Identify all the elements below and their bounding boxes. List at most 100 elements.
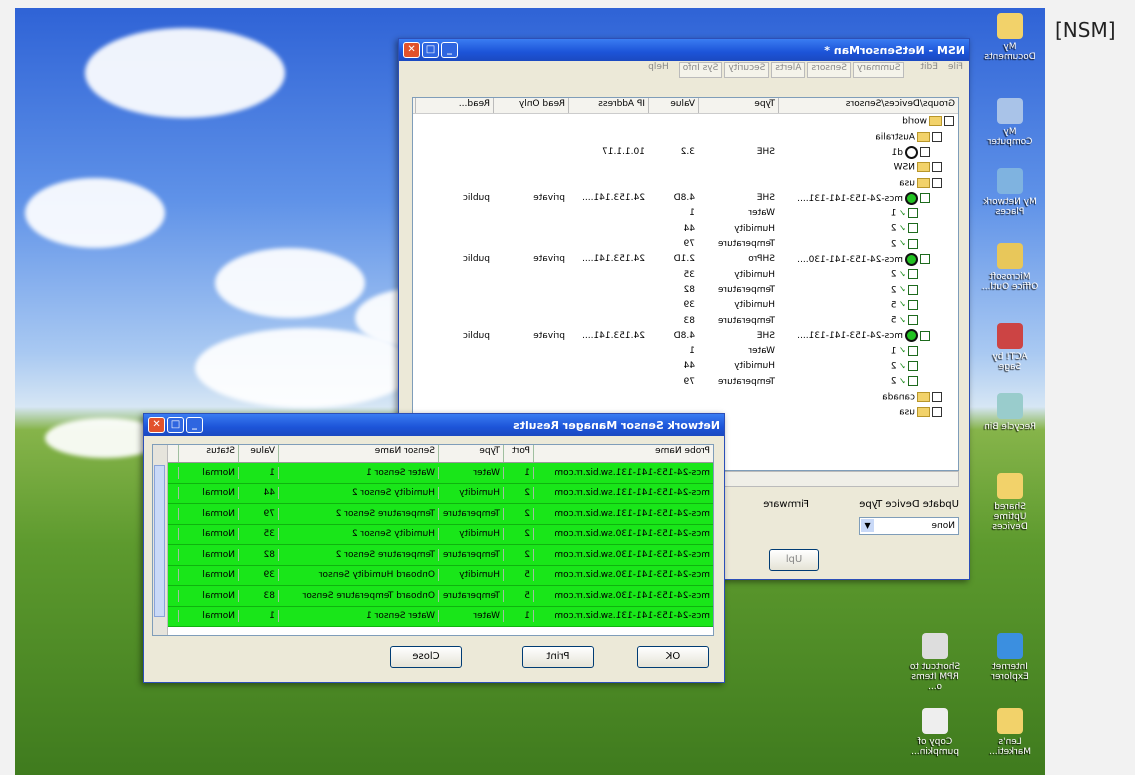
tab-alerts[interactable]: Alerts [771,62,806,78]
menu-edit[interactable]: Edit [921,62,938,78]
tree-row[interactable]: mcs-24-153-141-130.... SHPro 2.1D 24.153.14… [413,252,958,267]
checkbox-icon[interactable] [908,299,918,310]
checkbox-icon[interactable] [920,193,930,204]
tab-summary[interactable]: Summary [853,62,905,78]
desktop-icon[interactable]: Internet Explorer [980,633,1040,682]
checkbox-icon[interactable] [908,345,918,356]
desktop-icon[interactable]: Len's Marketi... [980,708,1040,757]
tree-row[interactable]: Australia [413,129,958,144]
desktop-icon[interactable]: Shortcut to RPM Items o... [905,633,965,692]
desktop-icon[interactable]: My Network Places [980,168,1040,217]
close-icon[interactable]: ✕ [148,417,165,433]
tree-row-label-cell: d1 [778,145,958,159]
tree-row[interactable]: ✓5 Humidity 39 [413,298,958,313]
checkbox-icon[interactable] [908,223,918,234]
tree-row[interactable]: ✓2 Temperature 82 [413,282,958,297]
desktop-icon[interactable]: My Computer [980,98,1040,147]
tab-security[interactable]: Security [724,62,770,78]
results-row[interactable]: mcs-24-153-141-130.sw.biz.rr.com 5 Humidit… [153,565,713,586]
results-row[interactable]: mcs-24-153-141-130.sw.biz.rr.com 2 Tempera… [153,545,713,566]
checkbox-icon[interactable] [932,391,942,402]
checkbox-icon[interactable] [908,208,918,219]
tree-row[interactable]: NSW [413,160,958,175]
maximize-icon[interactable]: □ [167,417,184,433]
checkbox-icon[interactable] [944,116,954,127]
minimize-icon[interactable]: _ [441,42,458,58]
checkbox-icon[interactable] [932,162,942,173]
desktop-icon[interactable]: ACT! by Sage [980,323,1040,372]
tree-row[interactable]: mcs-24-153-141-131.... SHE 4.8D 24.153.141.… [413,328,958,343]
scroll-thumb[interactable] [154,465,165,617]
col-read[interactable]: Read... [415,98,493,113]
desktop-icon[interactable]: Microsoft Office Outl... [980,243,1040,292]
checkbox-icon[interactable] [932,177,942,188]
tree-row[interactable]: ✓1 Water 1 [413,206,958,221]
maximize-icon[interactable]: □ [422,42,439,58]
close-button[interactable]: Close [390,646,462,668]
col-sensor-type[interactable]: Type [438,445,503,462]
ok-button[interactable]: OK [637,646,709,668]
results-title-bar[interactable]: Network Sensor Manager Results _ □ ✕ [144,414,724,436]
tree-row[interactable]: ✓1 Water 1 [413,343,958,358]
desktop-icon[interactable]: Recycle Bin [980,393,1040,432]
tree-row[interactable]: canada [413,389,958,404]
tree-row[interactable]: d1 SHE 3.2 10.1.1.17 [413,145,958,160]
cell-status: Normal [178,507,238,520]
tree-row[interactable]: ✓2 Humidity 35 [413,267,958,282]
checkbox-icon[interactable] [908,269,918,280]
checkbox-icon[interactable] [932,131,942,142]
col-read-only[interactable]: Read Only [493,98,568,113]
col-value[interactable]: Value [648,98,698,113]
tree-row[interactable]: world [413,114,958,129]
col-status[interactable]: Status [178,445,238,462]
col-sensor-name[interactable]: Sensor Name [278,445,438,462]
results-row[interactable]: mcs-24-153-141-130.sw.biz.rr.com 2 Humidit… [153,524,713,545]
close-icon[interactable]: ✕ [403,42,420,58]
checkbox-icon[interactable] [920,147,930,158]
tree-row-label-cell: ✓2 [778,269,958,280]
checkbox-icon[interactable] [920,330,930,341]
chevron-down-icon[interactable]: ▼ [861,519,874,532]
tree-row[interactable]: ✓5 Temperature 83 [413,313,958,328]
col-type[interactable]: Type [698,98,778,113]
device-type-select[interactable]: None ▼ [859,517,959,535]
col-ip[interactable]: IP Address [568,98,648,113]
results-row[interactable]: mcs-24-153-141-131.sw.biz.rr.com 2 Tempera… [153,504,713,525]
checkbox-icon[interactable] [908,238,918,249]
results-row[interactable]: mcs-24-153-141-131.sw.biz.rr.com 2 Humidit… [153,483,713,504]
col-probe-name[interactable]: Probe Name [533,445,713,462]
col-port[interactable]: Port [503,445,533,462]
main-tabs: Summary Sensors Alerts Security Sys Info [678,62,905,78]
minimize-icon[interactable]: _ [186,417,203,433]
checkbox-icon[interactable] [908,361,918,372]
results-vertical-scrollbar[interactable] [153,445,168,635]
col-sensor-value[interactable]: Value [238,445,278,462]
results-grid[interactable]: Probe Name Port Type Sensor Name Value S… [152,444,714,636]
results-row[interactable]: mcs-24-153-141-131.sw.biz.rr.com 1 Water Wa… [153,606,713,627]
checkbox-icon[interactable] [920,254,930,265]
menu-help[interactable]: Help [648,62,669,78]
menu-file[interactable]: File [948,62,963,78]
tree-row[interactable]: ✓2 Temperature 79 [413,374,958,389]
desktop-icon[interactable]: My Documents [980,13,1040,62]
main-title-bar[interactable]: NSM - NetSensorMan * _ □ ✕ [399,39,969,61]
checkbox-icon[interactable] [908,315,918,326]
col-groups[interactable]: Groups/Devices/Sensors [778,98,958,113]
tree-row[interactable]: ✓2 Humidity 44 [413,221,958,236]
desktop-icon[interactable]: Copy of pumpkin... [905,708,965,757]
checkbox-icon[interactable] [908,284,918,295]
tree-row[interactable]: mcs-24-153-141-131.... SHE 4.8D 24.153.141.… [413,190,958,205]
tree-row[interactable]: usa [413,175,958,190]
results-row[interactable]: mcs-24-153-141-131.sw.biz.rr.com 1 Water Wa… [153,463,713,484]
tab-sys-info[interactable]: Sys Info [678,62,723,78]
tree-row[interactable]: ✓2 Humidity 44 [413,359,958,374]
results-row[interactable]: mcs-24-153-141-130.sw.biz.rr.com 5 Tempera… [153,586,713,607]
tree-row[interactable]: ✓2 Temperature 79 [413,236,958,251]
desktop-icon[interactable]: Shared Uptime Devices [980,473,1040,532]
tab-sensors[interactable]: Sensors [807,62,851,78]
upload-button[interactable]: Upl [769,549,819,571]
tree-cell-value: 4.8D [673,193,695,204]
checkbox-icon[interactable] [908,376,918,387]
print-button[interactable]: Print [522,646,594,668]
checkbox-icon[interactable] [932,407,942,418]
